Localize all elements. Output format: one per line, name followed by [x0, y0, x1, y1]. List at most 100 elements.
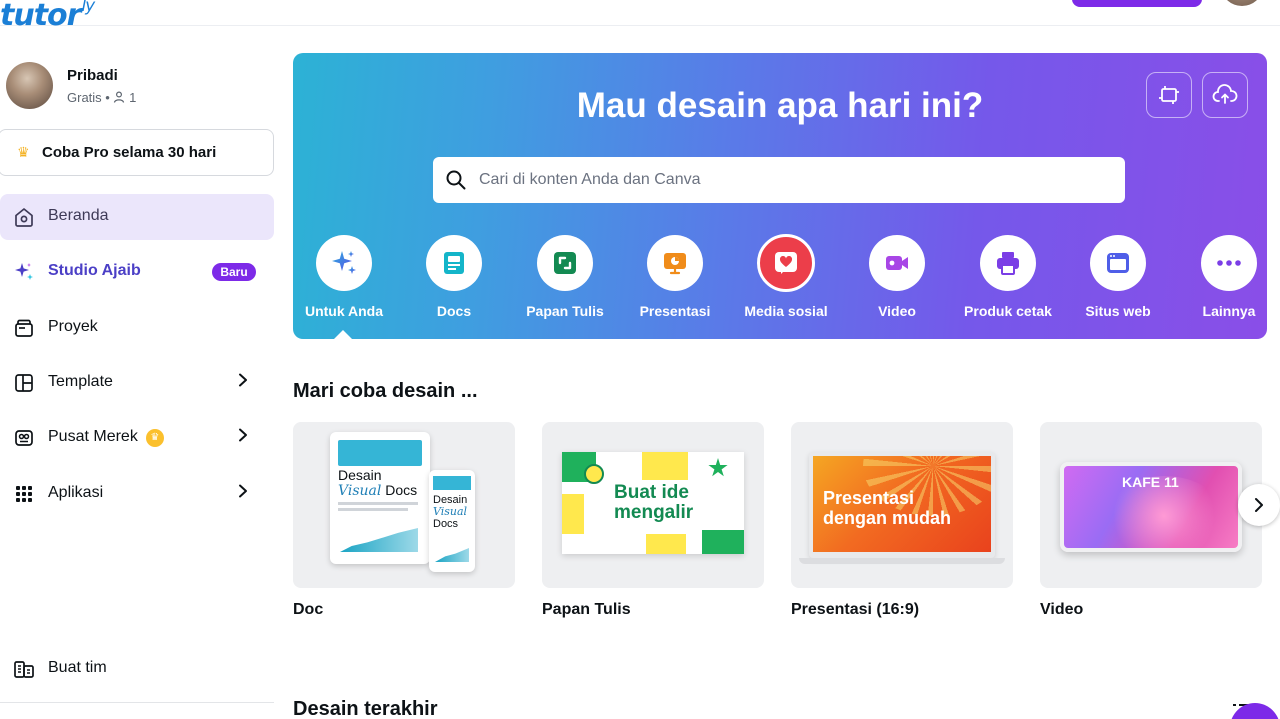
category-more[interactable]: Lainnya	[1174, 233, 1267, 323]
thumb-title: Presentasi	[823, 488, 915, 508]
category-label: Docs	[436, 303, 472, 319]
profile-plan: Gratis • 1	[67, 90, 136, 105]
account-avatar[interactable]	[1222, 0, 1262, 6]
search-input[interactable]	[479, 165, 1099, 195]
sidebar: Pribadi Gratis • 1 ♛ Coba Pro selama 30 …	[0, 26, 276, 719]
thumb-title: Desain	[338, 467, 382, 483]
template-icon	[13, 372, 35, 394]
avatar	[6, 62, 53, 109]
design-card-whiteboard[interactable]: Buat ide mengalir	[542, 422, 764, 588]
category-label: Untuk Anda	[304, 303, 384, 319]
crown-icon: ♛	[17, 144, 30, 160]
thumb-title: Visual Docs	[338, 482, 418, 499]
plan-label: Gratis	[67, 90, 102, 105]
heart-icon	[757, 234, 815, 292]
create-design-button[interactable]	[1072, 0, 1202, 7]
category-docs[interactable]: Docs	[399, 233, 509, 323]
profile-switcher[interactable]: Pribadi Gratis • 1	[6, 62, 266, 110]
category-for-you[interactable]: Untuk Anda	[293, 233, 399, 323]
sidebar-item-studio[interactable]: Studio Ajaib Baru	[0, 249, 274, 295]
more-icon	[1201, 235, 1257, 291]
thumb-title: dengan mudah	[823, 508, 952, 528]
divider	[0, 702, 274, 703]
printer-icon	[980, 235, 1036, 291]
category-video[interactable]: Video	[842, 233, 952, 323]
sidebar-item-projects[interactable]: Proyek	[0, 305, 274, 351]
category-label: Situs web	[1085, 303, 1151, 319]
category-label: Produk cetak	[964, 303, 1052, 319]
sparkle-icon	[13, 261, 35, 283]
design-card-presentation[interactable]: Presentasi dengan mudah	[791, 422, 1013, 588]
sidebar-item-label: Proyek	[48, 318, 98, 335]
search-bar[interactable]	[433, 157, 1125, 203]
sidebar-item-apps[interactable]: Aplikasi	[0, 471, 274, 517]
sidebar-item-label: Studio Ajaib	[48, 262, 141, 279]
website-icon	[1090, 235, 1146, 291]
separator-dot: •	[105, 90, 114, 105]
sidebar-item-label: Aplikasi	[48, 484, 104, 501]
hero-title: Mau desain apa hari ini?	[576, 86, 984, 125]
video-thumbnail: KAFE 11	[1060, 462, 1242, 552]
team-icon	[13, 658, 35, 680]
member-count: 1	[129, 90, 137, 105]
try-pro-button[interactable]: ♛ Coba Pro selama 30 hari	[0, 129, 274, 176]
card-label: Papan Tulis	[542, 601, 631, 618]
card-label: Video	[1040, 601, 1084, 618]
whiteboard-thumbnail: Buat ide mengalir	[562, 452, 744, 554]
whiteboard-icon	[537, 235, 593, 291]
doc-thumbnail: Desain Visual Docs	[330, 432, 430, 564]
crown-icon: ♛	[145, 429, 164, 447]
try-pro-label: Coba Pro selama 30 hari	[42, 144, 217, 161]
sidebar-item-home[interactable]: Beranda	[0, 194, 274, 240]
top-bar: tutorly	[0, 0, 1280, 33]
resize-icon	[1159, 86, 1179, 104]
sidebar-item-brand[interactable]: Pusat Merek ♛	[0, 415, 274, 461]
chevron-right-icon	[1255, 498, 1263, 512]
brand-kit-icon	[13, 427, 35, 449]
carousel-next-button[interactable]	[1238, 484, 1280, 526]
custom-size-button[interactable]	[1146, 72, 1192, 118]
search-icon	[446, 170, 466, 190]
category-label: Video	[878, 303, 916, 319]
thumb-title: KAFE 11	[1122, 474, 1179, 490]
category-presentation[interactable]: Presentasi	[620, 233, 730, 323]
recent-designs-title: Desain terakhir	[293, 698, 438, 719]
category-label: Media sosial	[744, 303, 828, 319]
presentation-icon	[647, 235, 703, 291]
design-card-doc[interactable]: Desain Visual Docs Desain Visual Docs	[293, 422, 515, 588]
chevron-right-icon	[238, 373, 248, 392]
create-team-button[interactable]: Buat tim	[0, 646, 274, 692]
sidebar-item-label: Beranda	[48, 207, 109, 224]
new-badge: Baru	[212, 263, 256, 281]
thumb-title: mengalir	[614, 502, 694, 523]
user-icon	[114, 91, 125, 103]
cloud-upload-icon	[1212, 84, 1238, 104]
category-whiteboard[interactable]: Papan Tulis	[510, 233, 620, 323]
sidebar-item-template[interactable]: Template	[0, 360, 274, 406]
card-label: Presentasi (16:9)	[791, 601, 920, 618]
profile-name: Pribadi	[67, 67, 118, 84]
doc-thumbnail-mobile: Desain Visual Docs	[429, 470, 475, 572]
sidebar-item-label: Template	[48, 373, 113, 390]
brand-label: Pusat Merek	[48, 428, 138, 445]
upload-button[interactable]	[1202, 72, 1248, 118]
selected-pointer	[334, 330, 352, 339]
try-design-title: Mari coba desain ...	[293, 380, 478, 402]
sidebar-item-label: Pusat Merek ♛	[48, 428, 164, 447]
category-website[interactable]: Situs web	[1063, 233, 1173, 323]
hero-banner: Mau desain apa hari ini? Untuk Anda Docs…	[293, 53, 1267, 339]
chevron-right-icon	[238, 484, 248, 503]
video-icon	[869, 235, 925, 291]
grid-icon	[13, 483, 35, 505]
doc-icon	[426, 235, 482, 291]
home-icon	[13, 206, 35, 228]
folder-icon	[13, 317, 35, 339]
presentation-thumbnail: Presentasi dengan mudah	[809, 452, 995, 558]
design-card-video[interactable]: KAFE 11	[1040, 422, 1262, 588]
chevron-right-icon	[238, 428, 248, 447]
category-social-media[interactable]: Media sosial	[731, 233, 841, 323]
category-label: Presentasi	[639, 303, 711, 319]
category-print-products[interactable]: Produk cetak	[953, 233, 1063, 323]
thumb-title: Buat ide	[614, 482, 689, 503]
create-team-label: Buat tim	[48, 659, 107, 676]
